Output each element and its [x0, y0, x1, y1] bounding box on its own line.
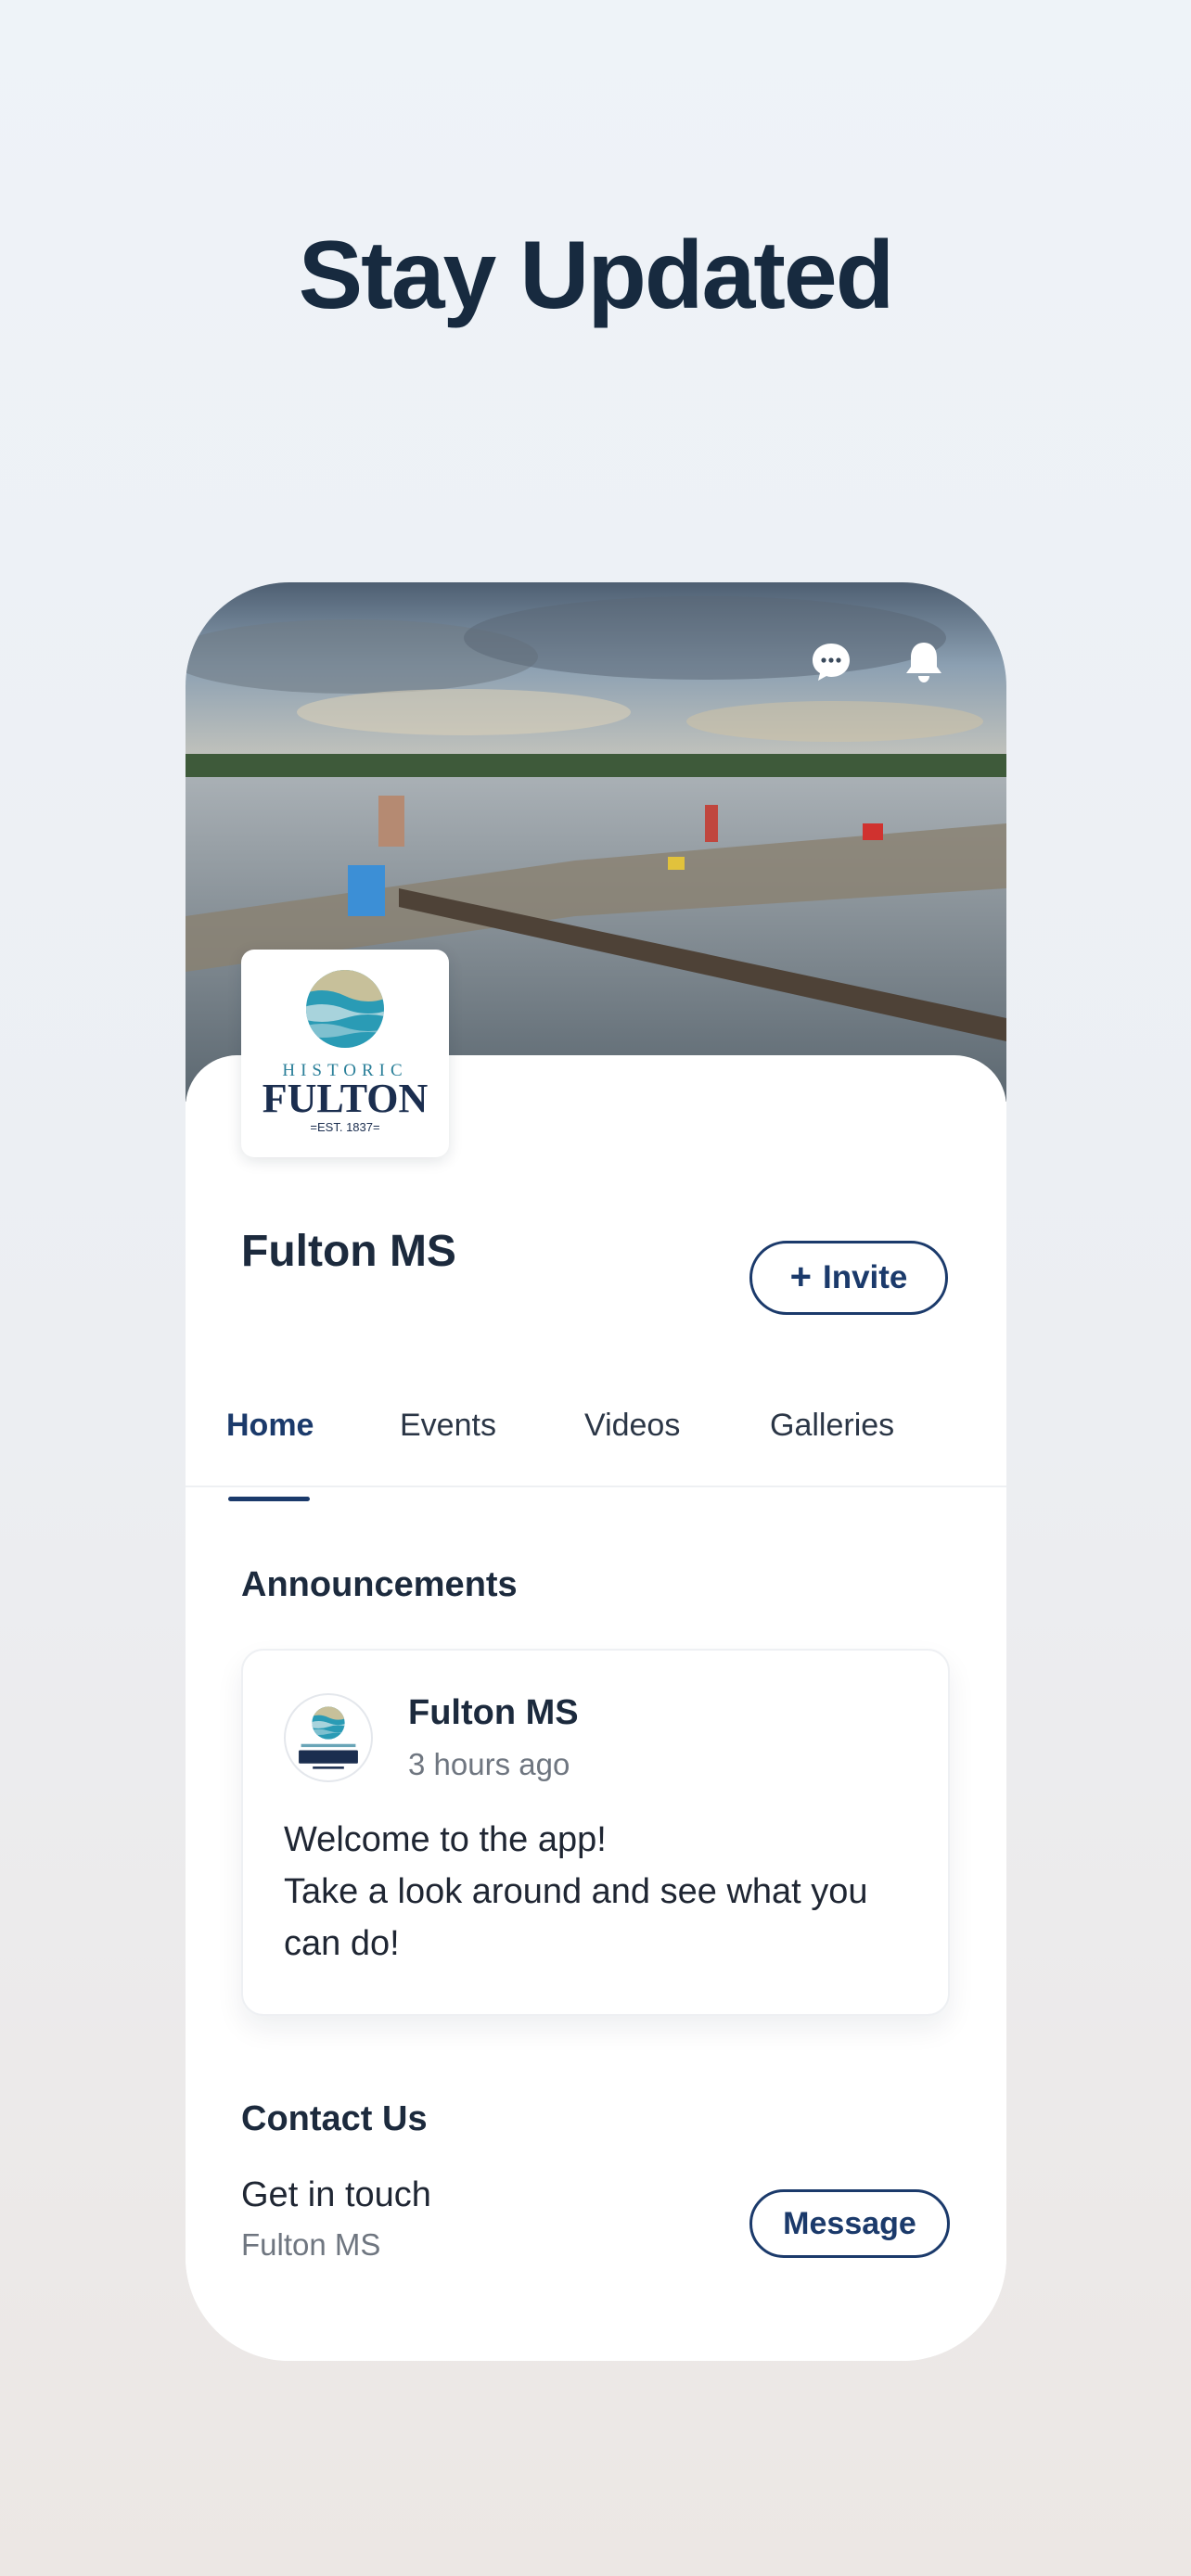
contact-heading: Get in touch: [241, 2175, 431, 2214]
tab-videos[interactable]: Videos: [584, 1408, 680, 1444]
phone-frame: HISTORIC FULTON =EST. 1837= Fulton MS + …: [186, 582, 1006, 2361]
plus-icon: +: [789, 1256, 812, 1297]
post-body: Welcome to the app! Take a look around a…: [284, 1820, 868, 1963]
contact-subtitle: Fulton MS: [241, 2227, 381, 2262]
logo-word-est: =EST. 1837=: [310, 1120, 379, 1134]
organization-name: Fulton MS: [241, 1227, 456, 1276]
announcement-card[interactable]: Fulton MS 3 hours ago Welcome to the app…: [241, 1649, 950, 2016]
post-author: Fulton MS: [408, 1693, 579, 1732]
avatar: [284, 1693, 373, 1782]
organization-logo: HISTORIC FULTON =EST. 1837=: [241, 950, 449, 1157]
announcements-title: Announcements: [241, 1565, 518, 1604]
tab-galleries[interactable]: Galleries: [770, 1408, 894, 1444]
tab-events[interactable]: Events: [400, 1408, 496, 1444]
message-button[interactable]: Message: [749, 2189, 950, 2258]
chat-bubble-icon[interactable]: [803, 634, 859, 690]
invite-button-label: Invite: [822, 1259, 908, 1295]
logo-word-fulton: FULTON: [263, 1076, 429, 1121]
active-tab-indicator: [228, 1497, 310, 1501]
tab-home[interactable]: Home: [226, 1408, 314, 1444]
invite-button[interactable]: + Invite: [749, 1241, 948, 1315]
contact-title: Contact Us: [241, 2099, 428, 2138]
tab-bar: Home Events Videos Galleries: [186, 1398, 1006, 1487]
bell-icon[interactable]: [896, 634, 952, 690]
page-headline: Stay Updated: [298, 222, 895, 329]
post-timestamp: 3 hours ago: [408, 1747, 570, 1781]
